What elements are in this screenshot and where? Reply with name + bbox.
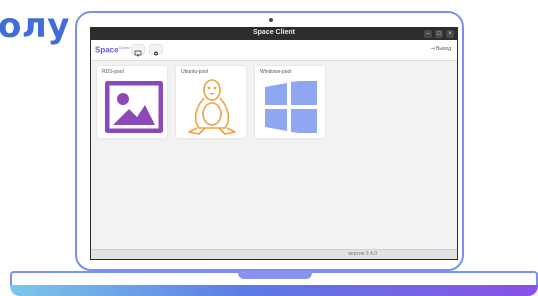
image-icon bbox=[105, 81, 163, 133]
maximize-button[interactable]: □ bbox=[435, 30, 443, 38]
exit-label: Выход bbox=[436, 46, 451, 52]
window-titlebar: Space Client – □ × bbox=[91, 28, 457, 40]
exit-icon: ⇥ bbox=[430, 46, 435, 52]
pool-label: Ubuntu-pool bbox=[181, 69, 209, 75]
pool-card-ubuntu[interactable]: Ubuntu-pool bbox=[176, 66, 246, 138]
minimize-button[interactable]: – bbox=[424, 30, 432, 38]
app-logo: SpaceClient bbox=[95, 45, 130, 55]
logo-text: Space bbox=[95, 45, 119, 55]
laptop-camera bbox=[269, 18, 273, 22]
windows-icon bbox=[265, 81, 317, 133]
laptop-base-gradient bbox=[10, 285, 538, 296]
pool-card-rds[interactable]: RDS-pool bbox=[97, 66, 167, 138]
monitor-button[interactable] bbox=[131, 44, 145, 57]
settings-button[interactable] bbox=[149, 44, 163, 56]
pool-label: RDS-pool bbox=[102, 69, 124, 75]
laptop-notch bbox=[238, 271, 312, 279]
window-title: Space Client bbox=[252, 29, 295, 36]
monitor-icon bbox=[134, 50, 142, 57]
app-toolbar: SpaceClient ⇥ Выход bbox=[91, 40, 457, 61]
pool-label: Windows-pool bbox=[260, 69, 292, 75]
linux-tux-icon bbox=[188, 79, 236, 135]
version-text: версия 2.4.0 bbox=[348, 251, 377, 257]
close-button[interactable]: × bbox=[446, 30, 454, 38]
logo-sup: Client bbox=[118, 45, 130, 50]
laptop-screen: Space Client – □ × SpaceClient ⇥ Выход R… bbox=[90, 27, 458, 260]
exit-button[interactable]: ⇥ Выход bbox=[430, 46, 451, 52]
status-footer: версия 2.4.0 bbox=[91, 249, 457, 259]
gear-icon bbox=[154, 51, 158, 56]
page-heading: олу bbox=[0, 6, 70, 46]
pool-card-windows[interactable]: Windows-pool bbox=[255, 66, 325, 138]
